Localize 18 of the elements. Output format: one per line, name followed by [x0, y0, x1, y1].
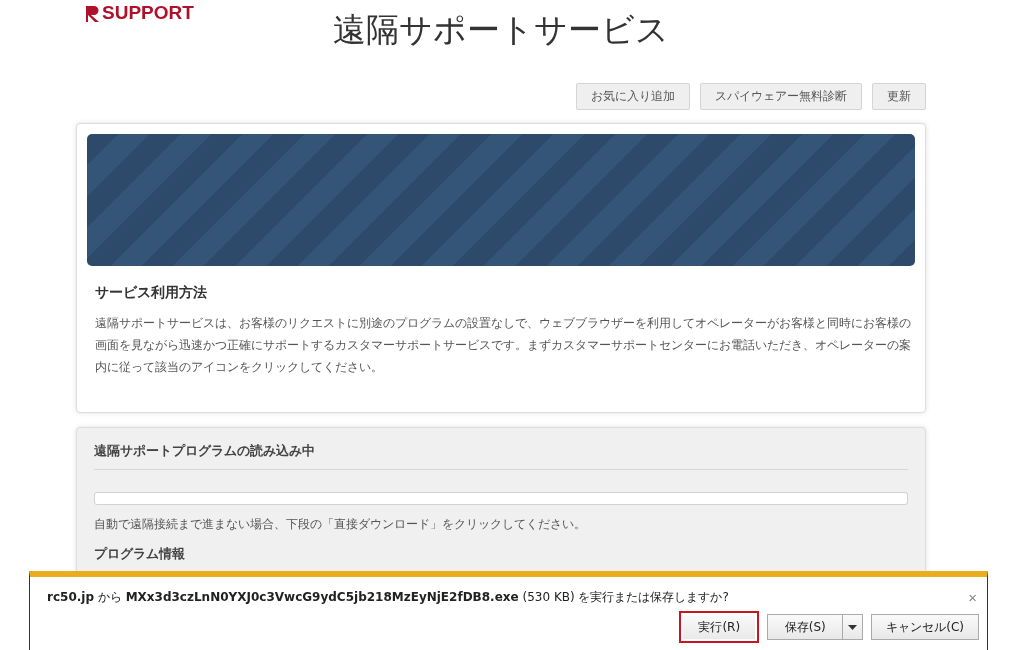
- description-text: 遠隔サポートサービスは、お客様のリクエストに別途のプログラムの設置なしで、ウェブブラウザーを利用してオペレーターがお客様と同時にお客様の画面を見ながら迅速かつ正確にサポートするカスタマーサポートサービスです。まずカスタマーサポートセンターにお電話いただき、オペレーターの案内に従って該当のアイコンをクリックしてください。: [95, 315, 912, 376]
- info-heading: プログラム情報: [94, 546, 186, 563]
- dialog-button[interactable]: キャンセル(C): [871, 614, 979, 640]
- dialog-button[interactable]: 実行(R): [679, 611, 760, 643]
- caret-icon: [848, 624, 858, 630]
- toolbar-button[interactable]: お気に入り追加: [576, 83, 690, 110]
- section-heading: サービス利用方法: [95, 284, 208, 302]
- toolbar-button[interactable]: 更新: [872, 83, 926, 110]
- save-button[interactable]: 保存(S): [767, 614, 844, 640]
- download-message: rc50.jp から MXx3d3czLnN0YXJ0c3VwcG9ydC5jb218MzEyNjE2fDB8.exe (530 KB) を実行または保存しますか?: [47, 589, 729, 606]
- section-heading: 遠隔サポートプログラムの読み込み中: [94, 442, 908, 470]
- page-title: 遠隔サポートサービス: [333, 9, 670, 51]
- toolbar-button[interactable]: スパイウェアー無料診断: [700, 83, 862, 110]
- dropdown-button[interactable]: [843, 614, 864, 640]
- logo: SUPPORT: [85, 3, 194, 23]
- logo-icon: [85, 5, 101, 23]
- instruction-text: 自動で遠隔接続まで進まない場合、下段の「直接ダウンロード」をクリックしてください。: [94, 517, 587, 532]
- close-button[interactable]: ×: [964, 589, 981, 606]
